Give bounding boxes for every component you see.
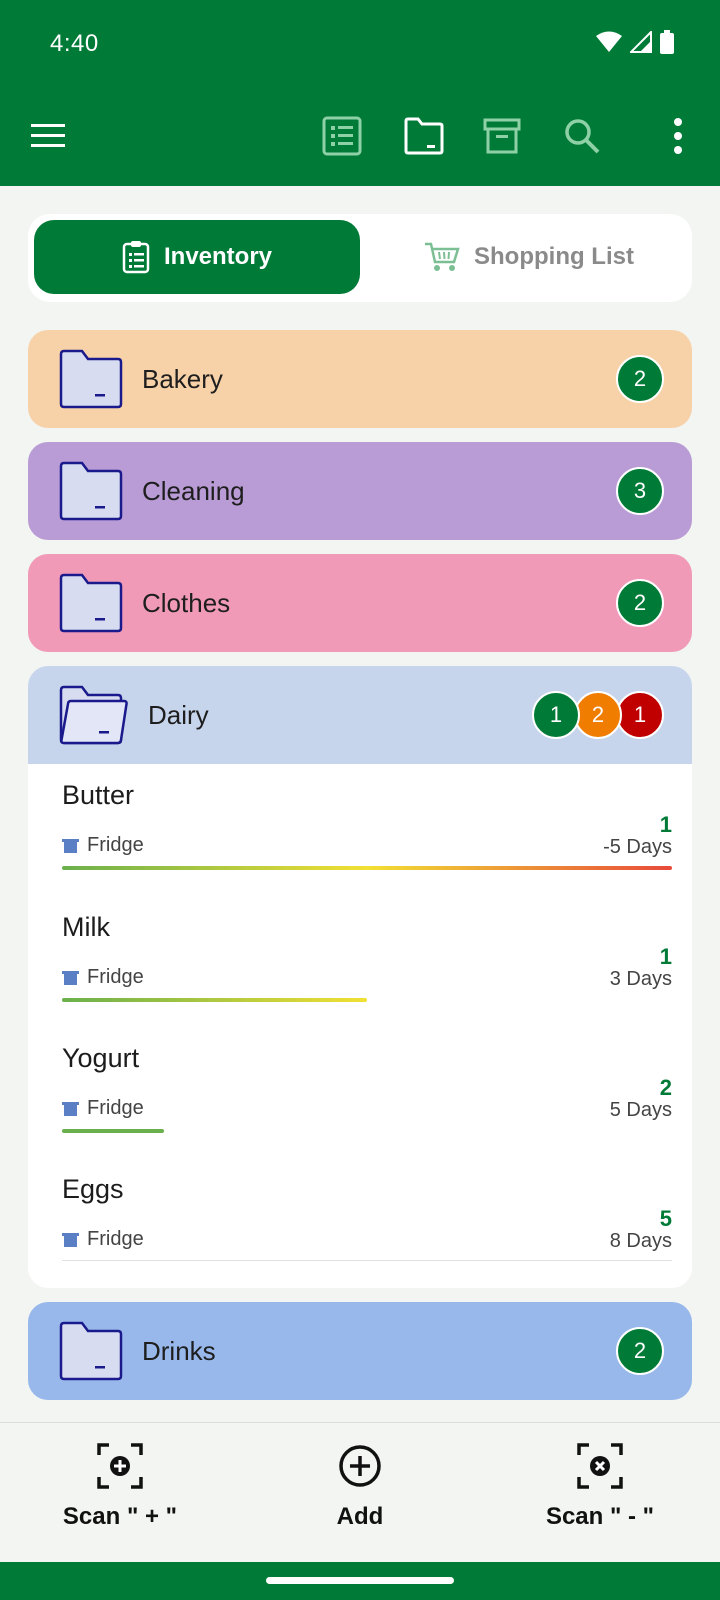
tab-shopping-list[interactable]: Shopping List <box>372 220 686 294</box>
folder-icon <box>59 573 123 633</box>
item-quantity: 1 <box>659 944 672 969</box>
item-days-left: 3 Days <box>609 968 672 990</box>
category-name: Clothes <box>142 587 231 618</box>
item-location-label: Fridge <box>87 1228 144 1250</box>
archive-button[interactable] <box>474 108 530 164</box>
system-nav-bar <box>0 1562 720 1600</box>
scan-minus-button[interactable]: Scan " - " <box>510 1443 690 1553</box>
wifi-icon <box>596 31 622 52</box>
scan-plus-button[interactable]: Scan " + " <box>30 1443 210 1553</box>
add-button[interactable]: Add <box>270 1443 450 1553</box>
shopping-cart-icon <box>425 242 460 271</box>
clipboard-list-icon <box>122 241 150 274</box>
list-icon <box>322 116 362 156</box>
item-days-left: 8 Days <box>609 1230 672 1252</box>
category-clothes[interactable]: Clothes 2 <box>28 554 692 652</box>
app-bar: 4:40 <box>0 0 720 186</box>
bottom-action-bar: Scan " + " Add Scan " - " <box>0 1422 720 1562</box>
scan-minus-label: Scan " - " <box>545 1503 655 1530</box>
count-badge: 2 <box>616 579 664 627</box>
category-cleaning[interactable]: Cleaning 3 <box>28 442 692 540</box>
item-quantity: 1 <box>659 812 672 837</box>
scan-minus-icon <box>577 1443 623 1489</box>
item-name: Yogurt <box>62 1043 140 1073</box>
count-badge: 2 <box>616 355 664 403</box>
add-circle-icon <box>339 1445 381 1487</box>
item-yogurt[interactable]: Yogurt Fridge 2 5 Days <box>62 1027 672 1147</box>
status-time: 4:40 <box>50 30 99 57</box>
item-days-left: -5 Days <box>603 836 672 858</box>
item-location-label: Fridge <box>87 966 144 988</box>
item-days-left: 5 Days <box>609 1099 672 1121</box>
item-name: Eggs <box>62 1174 124 1204</box>
item-quantity: 5 <box>659 1206 672 1231</box>
item-butter[interactable]: Butter Fridge 1 -5 Days <box>62 764 672 884</box>
folder-view-button[interactable] <box>396 108 452 164</box>
item-location: Fridge <box>62 1228 144 1251</box>
archive-icon <box>483 118 521 154</box>
menu-button[interactable] <box>20 108 76 164</box>
category-dairy[interactable]: Dairy 1 2 1 <box>28 666 692 764</box>
category-drinks[interactable]: Drinks 2 <box>28 1302 692 1400</box>
category-name: Dairy <box>148 699 209 730</box>
fridge-icon <box>62 970 79 985</box>
home-gesture-handle[interactable] <box>266 1577 454 1584</box>
item-eggs[interactable]: Eggs Fridge 5 8 Days <box>62 1158 672 1278</box>
toolbar <box>0 108 720 168</box>
item-location: Fridge <box>62 966 144 989</box>
folder-open-icon <box>59 685 128 745</box>
item-location-label: Fridge <box>87 1097 144 1119</box>
item-quantity: 2 <box>659 1075 672 1100</box>
category-name: Cleaning <box>142 475 245 506</box>
item-location-label: Fridge <box>87 834 144 856</box>
expired-count-badge: 1 <box>616 691 664 739</box>
folder-icon <box>59 349 123 409</box>
add-label: Add <box>336 1503 384 1530</box>
freshness-bar <box>62 866 672 870</box>
scan-plus-icon <box>97 1443 143 1489</box>
freshness-bar <box>62 1129 164 1133</box>
category-dairy-expanded: Dairy 1 2 1 Butter Fridge 1 -5 Days Milk… <box>28 666 692 1288</box>
item-location: Fridge <box>62 834 144 857</box>
item-name: Milk <box>62 912 110 942</box>
category-name: Bakery <box>142 363 223 394</box>
signal-icon <box>630 31 652 53</box>
scan-plus-label: Scan " + " <box>62 1503 178 1530</box>
divider <box>62 1260 672 1261</box>
expiring-count-badge: 2 <box>574 691 622 739</box>
folder-icon <box>59 461 123 521</box>
fridge-icon <box>62 838 79 853</box>
item-milk[interactable]: Milk Fridge 1 3 Days <box>62 896 672 1016</box>
list-view-button[interactable] <box>314 108 370 164</box>
more-vert-icon <box>674 118 682 154</box>
fridge-icon <box>62 1101 79 1116</box>
item-name: Butter <box>62 780 135 810</box>
view-toggle: Inventory Shopping List <box>28 214 692 302</box>
more-options-button[interactable] <box>650 108 706 164</box>
fresh-count-badge: 1 <box>532 691 580 739</box>
category-bakery[interactable]: Bakery 2 <box>28 330 692 428</box>
freshness-bar <box>62 998 367 1002</box>
fridge-icon <box>62 1232 79 1247</box>
status-icons <box>596 30 674 54</box>
folder-icon <box>404 117 444 155</box>
tab-inventory-label: Inventory <box>163 243 273 270</box>
search-button[interactable] <box>554 108 610 164</box>
battery-icon <box>660 30 674 54</box>
folder-icon <box>59 1321 123 1381</box>
tab-shopping-list-label: Shopping List <box>474 243 634 270</box>
search-icon <box>565 119 600 154</box>
count-badge: 2 <box>616 1327 664 1375</box>
item-location: Fridge <box>62 1097 144 1120</box>
category-name: Drinks <box>142 1335 216 1366</box>
menu-icon <box>31 124 65 147</box>
tab-inventory[interactable]: Inventory <box>34 220 360 294</box>
count-badge: 3 <box>616 467 664 515</box>
